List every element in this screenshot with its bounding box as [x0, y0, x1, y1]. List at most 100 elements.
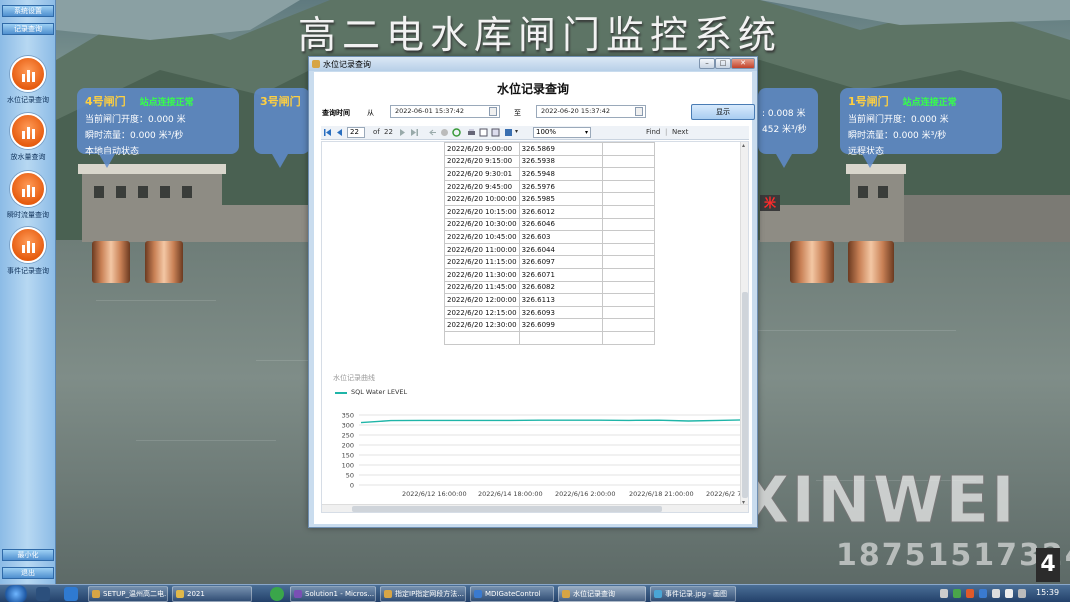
calendar-icon[interactable]: [489, 107, 497, 116]
legend-label: SQL Water LEVEL: [351, 388, 408, 396]
taskbar-item[interactable]: 事件记录.jpg - 画图: [650, 586, 736, 602]
clock[interactable]: 15:39: [1036, 588, 1059, 597]
empty-cell: [601, 330, 655, 345]
table-row: 2022/6/20 10:00:00 326.5985: [444, 192, 655, 206]
print-layout-icon[interactable]: [479, 128, 488, 137]
water-level-table: 2022/6/20 9:00:00 326.5869 2022/6/20 9:15:…: [444, 142, 655, 345]
empty-cell: [601, 255, 655, 269]
print-icon[interactable]: [467, 128, 476, 137]
vertical-scrollbar[interactable]: ▴ ▾: [740, 142, 748, 506]
timestamp-cell: 2022/6/20 11:00:00: [444, 242, 520, 257]
search-icon[interactable]: [36, 587, 50, 601]
horizontal-scroll-thumb[interactable]: [352, 506, 662, 512]
export-icon[interactable]: [504, 128, 513, 137]
taskbar-item[interactable]: 水位记录查询: [558, 586, 646, 602]
gate-2-bubble-pointer: [776, 154, 792, 168]
water-level-cell: 326.6071: [518, 267, 603, 282]
water-level-cell: 326.6012: [518, 204, 603, 219]
dialog-body: 水位记录查询 查询时间 从 2022-06-01 15:37:42 至 2022…: [314, 72, 755, 524]
discharge-query-label[interactable]: 放水量查询: [0, 152, 56, 162]
water-level-cell: 326.5985: [518, 192, 603, 206]
water-level-query-icon[interactable]: [10, 56, 46, 92]
first-page-icon[interactable]: [323, 128, 332, 137]
next-link[interactable]: Next: [672, 128, 688, 136]
gate-4-left-leaf: [92, 241, 130, 283]
zoom-select[interactable]: 100% ▾: [533, 127, 591, 138]
dam-wall-far-right: [904, 195, 1070, 242]
app-icon: [92, 590, 100, 598]
start-button[interactable]: [2, 585, 30, 602]
flow-rate-query-icon[interactable]: [10, 171, 46, 207]
calendar-icon[interactable]: [635, 107, 643, 116]
minimize-window-button[interactable]: –: [699, 58, 715, 69]
event-log-query-icon[interactable]: [10, 227, 46, 263]
bar-chart-icon: [22, 185, 35, 197]
system-settings-button[interactable]: 系统设置: [2, 5, 54, 17]
tray-icon[interactable]: [966, 589, 974, 598]
tray-icon[interactable]: [1018, 589, 1026, 598]
chevron-down-icon[interactable]: ▾: [515, 128, 518, 135]
app-icon: [176, 590, 184, 598]
app-icon: [474, 590, 482, 598]
previous-page-icon[interactable]: [335, 128, 344, 137]
gate-1-right-leaf: [848, 241, 894, 283]
empty-cell: [601, 179, 655, 194]
scroll-up-icon[interactable]: ▴: [742, 142, 745, 149]
table-row: 2022/6/20 9:15:00 326.5938: [444, 154, 655, 169]
gate-4-status: 站点连接正常: [139, 98, 194, 108]
record-query-button[interactable]: 记录查询: [2, 23, 54, 35]
report-viewer[interactable]: 2022/6/20 9:00:00 326.5869 2022/6/20 9:15:…: [321, 141, 749, 513]
minimize-button[interactable]: 最小化: [2, 549, 54, 561]
page-setup-icon[interactable]: [491, 128, 500, 137]
chart-title: 水位记录曲线: [333, 374, 375, 382]
show-button[interactable]: 显示: [691, 104, 755, 120]
stop-icon[interactable]: [440, 128, 449, 137]
volume-icon[interactable]: [1005, 589, 1013, 598]
total-pages: 22: [384, 128, 393, 136]
water-level-query-label[interactable]: 水位记录查询: [0, 95, 56, 105]
dialog-window-title: 水位记录查询: [323, 60, 371, 69]
tray-icon[interactable]: [953, 589, 961, 598]
refresh-icon[interactable]: [452, 128, 461, 137]
close-window-button[interactable]: ✕: [731, 58, 755, 69]
taskbar-item[interactable]: MDIGateControl: [470, 586, 554, 602]
timestamp-cell: 2022/6/20 10:45:00: [444, 230, 520, 244]
timestamp-cell: 2022/6/20 10:15:00: [444, 204, 520, 219]
water-level-cell: 326.5948: [518, 167, 603, 181]
timestamp-cell: 2022/6/20 11:30:00: [444, 267, 520, 282]
taskbar-item-label: MDIGateControl: [485, 590, 541, 598]
vertical-scroll-thumb[interactable]: [742, 292, 748, 498]
dialog-titlebar[interactable]: 水位记录查询 – □ ✕: [309, 57, 757, 71]
back-icon[interactable]: [428, 128, 437, 137]
event-log-query-label[interactable]: 事件记录查询: [0, 266, 56, 276]
watermark-badge: 4: [1036, 548, 1060, 582]
taskbar-item[interactable]: 指定IP指定网段方法...: [380, 586, 466, 602]
water-level-cell: 326.6099: [518, 318, 603, 332]
flow-rate-query-label[interactable]: 瞬时流量查询: [0, 210, 56, 220]
from-datetime-picker[interactable]: 2022-06-01 15:37:42: [390, 105, 500, 118]
ie-icon[interactable]: [64, 587, 78, 601]
find-link[interactable]: Find: [646, 128, 660, 136]
taskbar-item[interactable]: 2021: [172, 586, 252, 602]
water-level-dialog: 水位记录查询 – □ ✕ 水位记录查询 查询时间 从 2022-06-01 15…: [308, 56, 758, 528]
horizontal-scrollbar[interactable]: [322, 504, 748, 512]
app-icon: [562, 590, 570, 598]
taskbar-item[interactable]: SETUP_温州高二电...: [88, 586, 168, 602]
maximize-window-button[interactable]: □: [715, 58, 731, 69]
gate-1-mode: 远程状态: [848, 147, 885, 157]
taskbar-item[interactable]: Solution1 - Micros...: [290, 586, 376, 602]
network-icon[interactable]: [992, 589, 1000, 598]
water-level-cell: 326.6046: [518, 217, 603, 232]
exit-button[interactable]: 退出: [2, 567, 54, 579]
table-row: 2022/6/20 9:30:01 326.5948: [444, 167, 655, 181]
last-page-icon[interactable]: [410, 128, 419, 137]
page-number-input[interactable]: 22: [347, 127, 365, 138]
discharge-query-icon[interactable]: [10, 113, 46, 149]
to-datetime-picker[interactable]: 2022-06-20 15:37:42: [536, 105, 646, 118]
tray-icon[interactable]: [979, 589, 987, 598]
tray-icon[interactable]: [940, 589, 948, 598]
x-tick-label: 2022/6/16 2:00:00: [555, 490, 615, 497]
next-page-icon[interactable]: [398, 128, 407, 137]
wechat-icon[interactable]: [270, 587, 284, 601]
table-row: 2022/6/20 11:45:00 326.6082: [444, 280, 655, 295]
